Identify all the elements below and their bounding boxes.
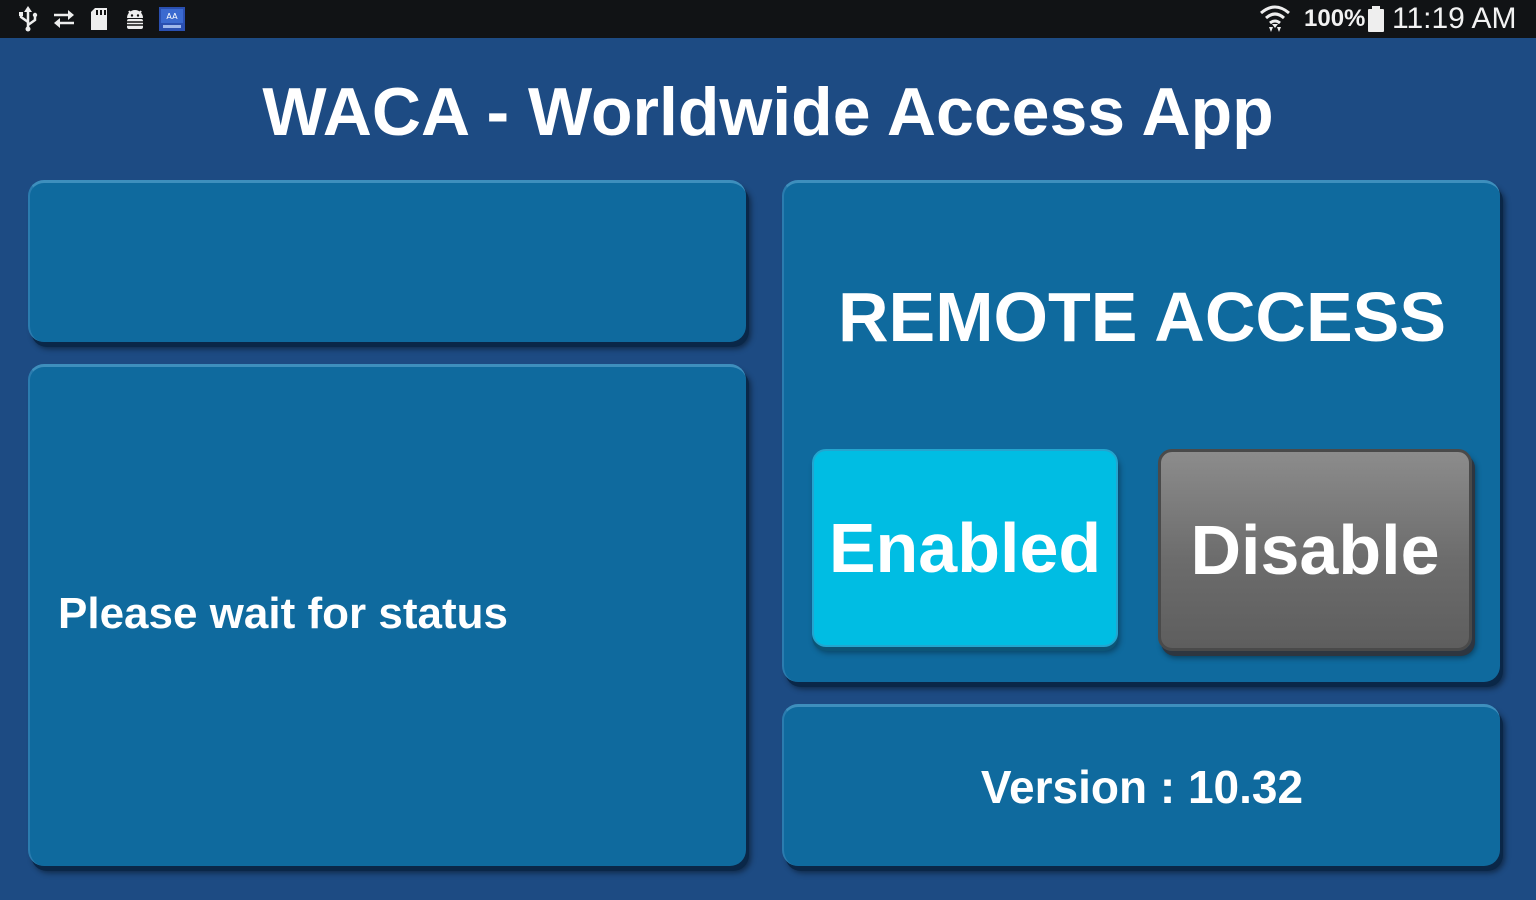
enabled-button[interactable]: Enabled [812, 449, 1118, 647]
sync-icon [52, 6, 76, 32]
battery-icon [1366, 6, 1386, 32]
status-bar: AA 100% 11:19 AM [0, 0, 1536, 38]
android-debug-icon [122, 6, 148, 32]
version-panel: Version : 10.32 [782, 704, 1500, 866]
clock: 11:19 AM [1392, 2, 1517, 35]
info-panel [28, 180, 746, 342]
svg-text:AA: AA [166, 12, 178, 21]
battery-percent: 100% [1304, 5, 1366, 32]
remote-access-title: REMOTE ACCESS [837, 278, 1447, 356]
sd-card-icon [88, 6, 110, 32]
app-notification-icon: AA [158, 6, 186, 32]
disable-button[interactable]: Disable [1158, 449, 1472, 651]
remote-access-panel: REMOTE ACCESS Enabled Disable [782, 180, 1500, 682]
enabled-button-label: Enabled [828, 509, 1102, 587]
usb-icon [16, 6, 40, 32]
wifi-icon [1258, 5, 1292, 32]
page-title: WACA - Worldwide Access App [262, 74, 1274, 150]
disable-button-label: Disable [1190, 511, 1440, 589]
status-panel: Please wait for status [28, 364, 746, 866]
status-message: Please wait for status [58, 589, 508, 638]
version-label: Version : 10.32 [980, 760, 1304, 813]
